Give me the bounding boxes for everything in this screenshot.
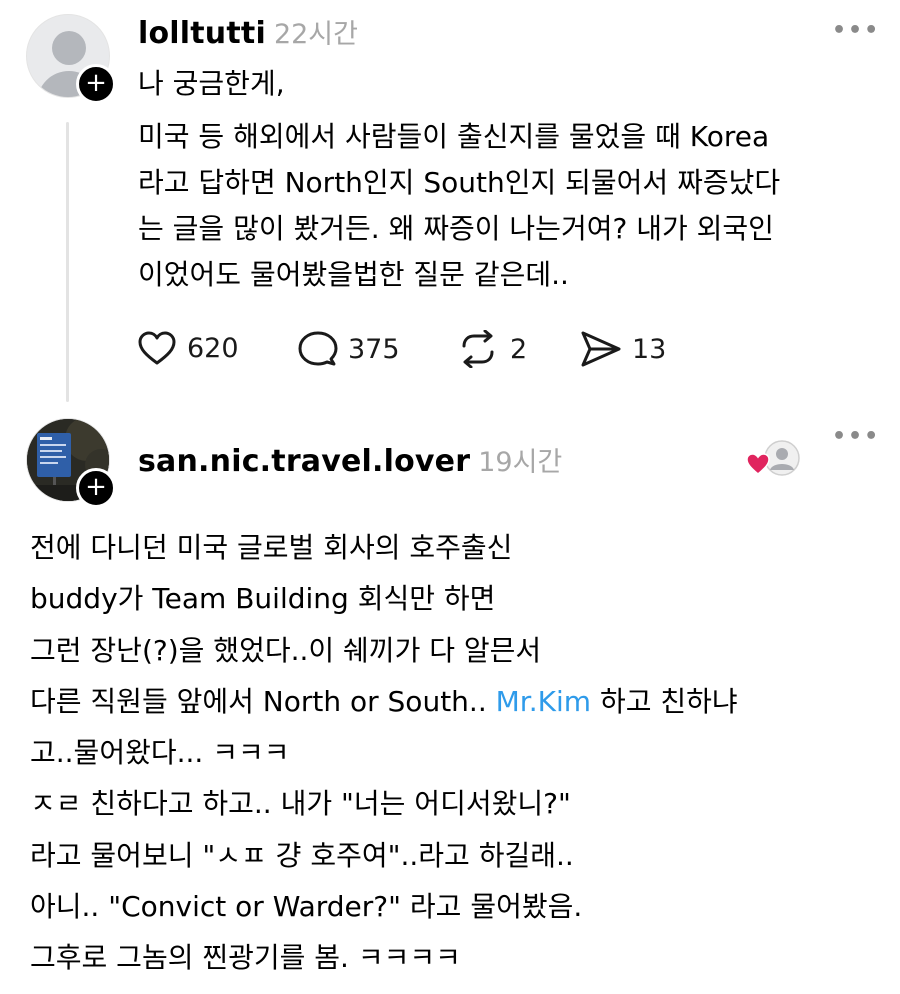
- post-more-icon[interactable]: •••: [832, 18, 880, 43]
- reply-avatar[interactable]: +: [26, 418, 116, 508]
- repost-icon: [462, 330, 494, 368]
- like-button[interactable]: 620: [137, 330, 239, 366]
- send-icon: [581, 331, 621, 367]
- reply-header: san.nic.travel.lover 19시간: [138, 440, 562, 479]
- post-text-line: 라고 답하면 North인지 South인지 되물어서 짜증났다: [138, 166, 781, 199]
- follow-plus-icon[interactable]: +: [76, 468, 116, 508]
- comment-bubble-icon: [298, 331, 338, 366]
- reply-text-line: 라고 물어보니 "ㅅㅍ 걍 호주여"..라고 하길래..: [30, 838, 574, 872]
- reply-text-segment: 다른 직원들 앞에서 North or South..: [30, 684, 487, 718]
- reply-count: 375: [348, 333, 400, 365]
- repost-count: 2: [510, 333, 528, 365]
- heart-icon: [138, 331, 176, 365]
- mention-link[interactable]: Mr.Kim: [496, 685, 591, 718]
- liked-by-author-icon: [746, 440, 800, 476]
- post-body: 나 궁금한게, 미국 등 해외에서 사람들이 출신지를 물었을 때 Korea …: [138, 63, 780, 296]
- reply-text-line: 그런 장난(?)을 했었다..이 쉐끼가 다 알믄서: [30, 633, 542, 667]
- post-text-line: 이었어도 물어봤을법한 질문 같은데..: [138, 258, 569, 291]
- reply-more-icon[interactable]: •••: [832, 424, 880, 449]
- reply-time: 19시간: [478, 447, 563, 478]
- reply-text-line-with-mention: 다른 직원들 앞에서 North or South.. Mr.Kim 하고 친하…: [30, 676, 738, 727]
- reply-text-segment: 하고 친하냐: [599, 684, 738, 718]
- post-username[interactable]: lolltutti: [138, 16, 266, 51]
- reply-text-line: buddy가 Team Building 회식만 하면: [30, 582, 496, 616]
- reply-text-line: 전에 다니던 미국 글로벌 회사의 호주출신: [30, 531, 513, 564]
- reply-body: 전에 다니던 미국 글로벌 회사의 호주출신 buddy가 Team Build…: [30, 522, 738, 984]
- share-button[interactable]: 13: [580, 330, 666, 368]
- repost-button[interactable]: 2: [456, 330, 527, 368]
- share-count: 13: [632, 333, 667, 365]
- post-avatar[interactable]: +: [26, 14, 116, 104]
- post-text-line: 나 궁금한게,: [138, 67, 285, 100]
- follow-plus-icon[interactable]: +: [76, 64, 116, 104]
- thread-line: [66, 122, 69, 402]
- like-count: 620: [187, 332, 239, 364]
- reply-button[interactable]: 375: [298, 330, 400, 368]
- reply-text-line: 고..물어왔다... ㅋㅋㅋ: [30, 736, 290, 770]
- reply-username[interactable]: san.nic.travel.lover: [138, 444, 470, 479]
- post-time: 22시간: [273, 19, 358, 50]
- post-text-line: 미국 등 해외에서 사람들이 출신지를 물었을 때 Korea: [138, 120, 770, 153]
- post-header: lolltutti 22시간: [138, 12, 358, 51]
- post-text-line: 는 글을 많이 봤거든. 왜 짜증이 나는거여? 내가 외국인: [138, 212, 774, 245]
- reply-text-line: 아니.. "Convict or Warder?" 라고 물어봤음.: [30, 890, 583, 924]
- reply-text-line: ㅈㄹ 친하다고 하고.. 내가 "너는 어디서왔니?": [30, 787, 571, 821]
- reply-text-line: 그후로 그놈의 찐광기를 봄. ㅋㅋㅋㅋ: [30, 941, 461, 975]
